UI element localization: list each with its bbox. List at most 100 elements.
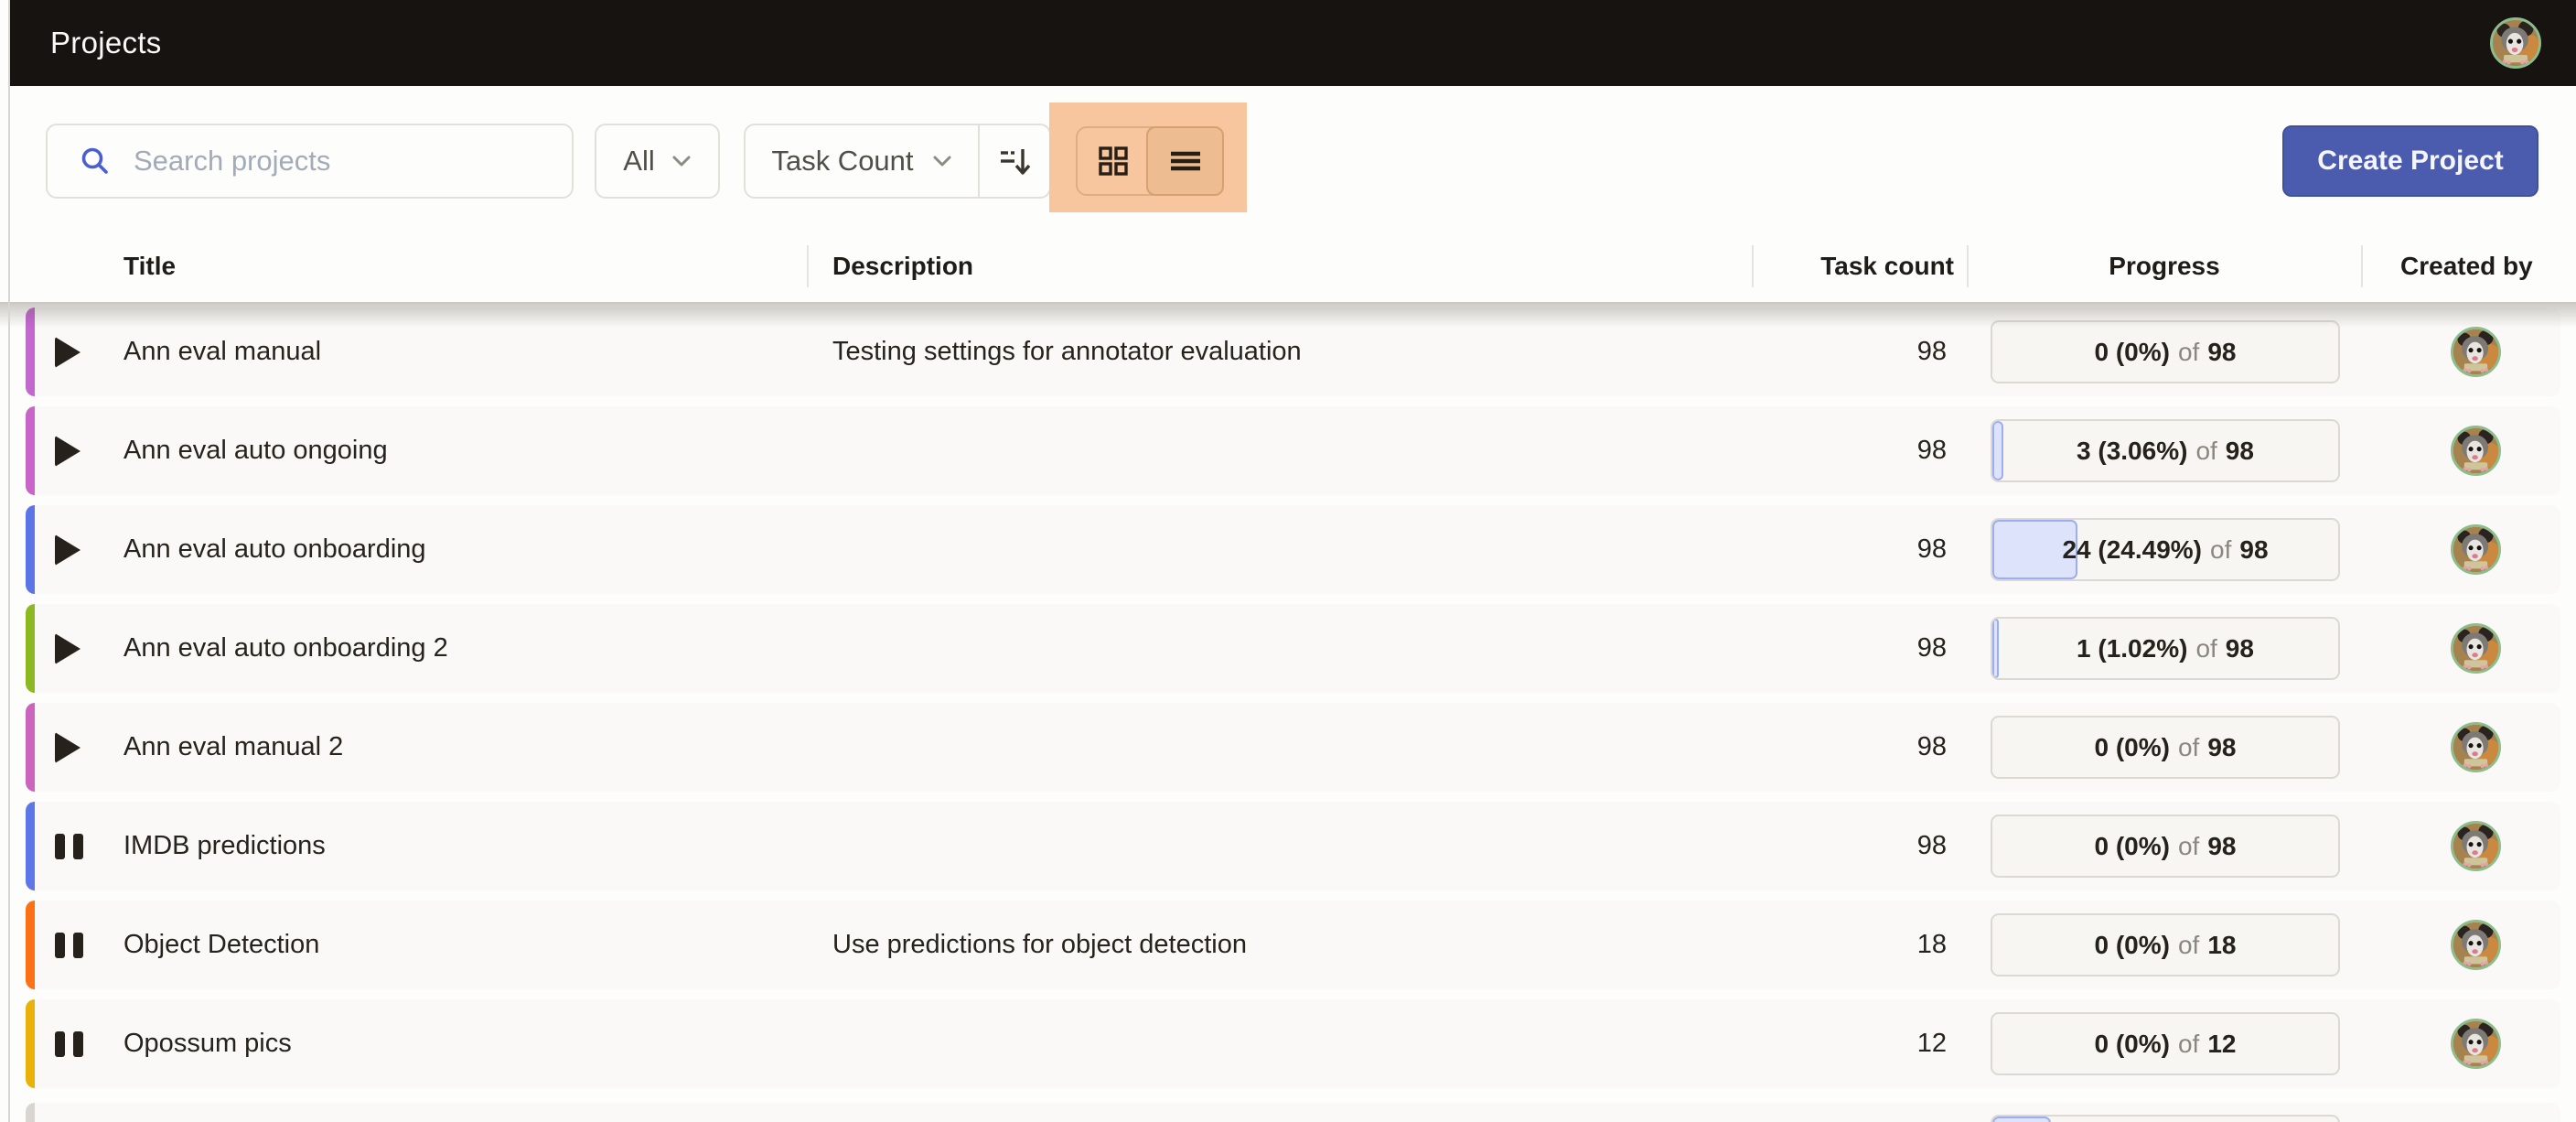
- progress-fill: [1992, 421, 2003, 480]
- created-by-avatar: [2451, 623, 2501, 674]
- pause-icon: [55, 834, 83, 859]
- projects-page: Projects: [0, 0, 2576, 1122]
- project-row[interactable]: Opossum pics 12 0 (0%) of 12: [26, 999, 2560, 1088]
- opossum-avatar-image: [2453, 527, 2498, 572]
- project-status: [55, 703, 91, 792]
- project-title: Opossum pics: [123, 999, 292, 1088]
- created-by-avatar: [2451, 920, 2501, 970]
- progress-fill: [1992, 1117, 2051, 1122]
- progress-fill: [1992, 619, 1999, 678]
- project-status: [55, 999, 91, 1088]
- column-header-task-count: Task count: [1771, 245, 1954, 287]
- progress-indicator: 0 (0%) of 12: [1991, 1012, 2340, 1075]
- user-avatar[interactable]: [2490, 17, 2541, 69]
- project-title: Object Detection: [123, 901, 319, 989]
- column-header-title: Title: [123, 245, 176, 287]
- project-description: Use predictions for object detection: [832, 901, 1247, 989]
- progress-total-label: 12: [2207, 1030, 2236, 1059]
- sort-field-dropdown[interactable]: Task Count: [746, 125, 978, 197]
- progress-value-label: 3 (3.06%): [2077, 437, 2187, 466]
- list-view-button[interactable]: [1146, 126, 1224, 196]
- opossum-avatar-image: [2453, 725, 2498, 770]
- progress-indicator: 0 (0%) of 98: [1991, 815, 2340, 878]
- task-count-value: 98: [1764, 307, 1947, 396]
- pause-icon: [55, 1031, 83, 1057]
- progress-of-label: of: [2178, 733, 2199, 762]
- opossum-avatar-image: [2453, 824, 2498, 868]
- progress-total-label: 18: [2207, 931, 2236, 960]
- progress-of-label: of: [2195, 634, 2216, 663]
- sort-control-group: Task Count: [744, 124, 1051, 199]
- project-row[interactable]: Object Detection Use predictions for obj…: [26, 901, 2560, 989]
- progress-of-label: of: [2178, 931, 2199, 960]
- project-status: [55, 802, 91, 890]
- progress-of-label: of: [2195, 437, 2216, 466]
- project-title: Ann eval manual 2: [123, 703, 343, 792]
- progress-total-label: 98: [2226, 437, 2254, 466]
- project-row[interactable]: Ann eval auto ongoing 98 3 (3.06%) of 98: [26, 406, 2560, 495]
- project-row[interactable]: IMDB predictions 98 0 (0%) of 98: [26, 802, 2560, 890]
- progress-indicator: 3 (3.06%) of 98: [1991, 419, 2340, 482]
- play-icon: [55, 534, 80, 566]
- progress-indicator: 24 (24.49%) of 98: [1991, 518, 2340, 581]
- header-divider: [1967, 245, 1969, 287]
- view-mode-toggle: [1076, 126, 1224, 196]
- search-box: [46, 124, 574, 199]
- filter-dropdown-value: All: [623, 145, 654, 178]
- window-edge-line: [8, 0, 10, 1122]
- chevron-down-icon: [671, 155, 692, 167]
- opossum-avatar-image: [2453, 428, 2498, 473]
- play-icon: [55, 436, 80, 467]
- progress-value-label: 0 (0%): [2095, 733, 2170, 762]
- project-title: Ann eval auto onboarding: [123, 505, 426, 594]
- created-by-avatar: [2451, 722, 2501, 772]
- project-title: IMDB predictions: [123, 802, 326, 890]
- sort-field-value: Task Count: [771, 145, 913, 178]
- project-status: [55, 406, 91, 495]
- partial-project-row[interactable]: [26, 1103, 2560, 1122]
- task-count-value: 98: [1764, 802, 1947, 890]
- project-row[interactable]: Ann eval manual Testing settings for ann…: [26, 307, 2560, 396]
- progress-total-label: 98: [2226, 634, 2254, 663]
- progress-value-label: 0 (0%): [2095, 931, 2170, 960]
- grid-view-icon: [1095, 143, 1132, 179]
- opossum-avatar-image: [2493, 20, 2538, 66]
- create-project-button[interactable]: Create Project: [2282, 125, 2538, 197]
- progress-value-label: 24 (24.49%): [2062, 535, 2202, 565]
- progress-of-label: of: [2178, 832, 2199, 861]
- table-header: Title Description Task count Progress Cr…: [0, 245, 2576, 287]
- project-row[interactable]: Ann eval auto onboarding 98 24 (24.49%) …: [26, 505, 2560, 594]
- top-bar: Projects: [10, 0, 2576, 86]
- grid-view-button[interactable]: [1078, 128, 1148, 194]
- column-header-created-by: Created by: [2400, 245, 2533, 287]
- play-icon: [55, 732, 80, 763]
- filter-dropdown[interactable]: All: [595, 124, 720, 199]
- search-input[interactable]: [134, 145, 536, 178]
- project-title: Ann eval manual: [123, 307, 321, 396]
- task-count-value: 98: [1764, 505, 1947, 594]
- progress-value-label: 0 (0%): [2095, 1030, 2170, 1059]
- sort-descending-icon: [995, 142, 1034, 180]
- progress-indicator: 0 (0%) of 98: [1991, 716, 2340, 779]
- play-icon: [55, 337, 80, 368]
- progress-indicator: 0 (0%) of 18: [1991, 913, 2340, 976]
- sort-direction-button[interactable]: [980, 125, 1049, 197]
- project-title: Ann eval auto onboarding 2: [123, 604, 448, 693]
- project-status: [55, 505, 91, 594]
- task-count-value: 12: [1764, 999, 1947, 1088]
- opossum-avatar-image: [2453, 626, 2498, 671]
- progress-of-label: of: [2210, 535, 2231, 565]
- progress-of-label: of: [2178, 338, 2199, 367]
- project-row[interactable]: Ann eval auto onboarding 2 98 1 (1.02%) …: [26, 604, 2560, 693]
- progress-of-label: of: [2178, 1030, 2199, 1059]
- opossum-avatar-image: [2453, 922, 2498, 967]
- list-view-icon: [1167, 143, 1204, 179]
- opossum-avatar-image: [2453, 329, 2498, 374]
- project-row[interactable]: Ann eval manual 2 98 0 (0%) of 98: [26, 703, 2560, 792]
- created-by-avatar: [2451, 1019, 2501, 1069]
- column-header-progress: Progress: [2058, 245, 2270, 287]
- created-by-avatar: [2451, 426, 2501, 476]
- progress-total-label: 98: [2239, 535, 2268, 565]
- progress-value-label: 0 (0%): [2095, 338, 2170, 367]
- header-divider: [1752, 245, 1754, 287]
